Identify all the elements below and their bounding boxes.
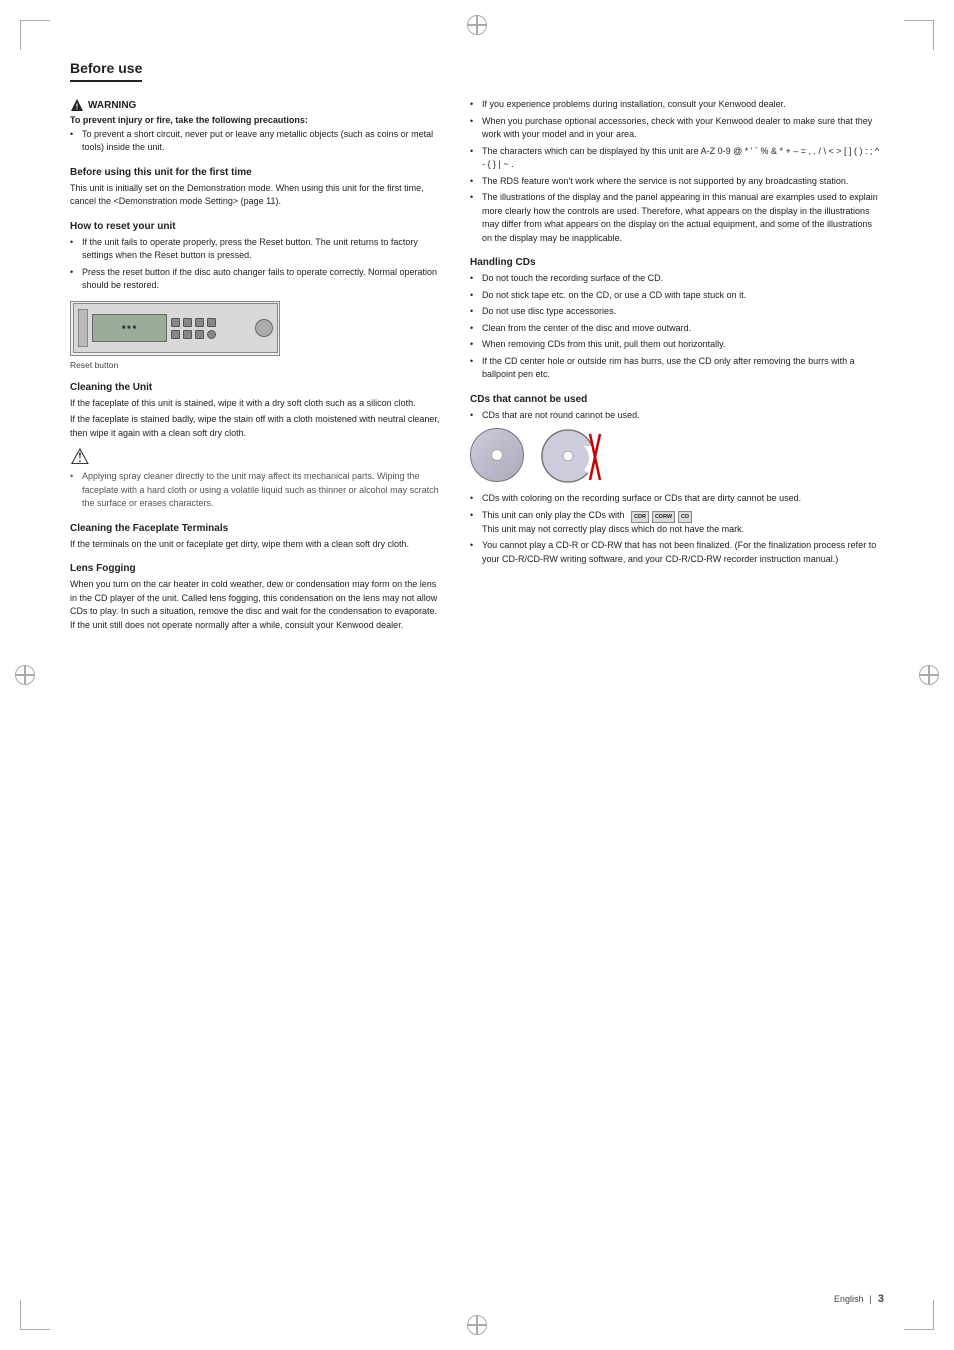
cert-logos: CDR CDRW CD xyxy=(631,511,692,523)
page-title: Before use xyxy=(70,60,142,82)
cd-irregular-image xyxy=(538,428,603,486)
first-time-section: Before using this unit for the first tim… xyxy=(70,167,440,209)
list-item: When you purchase optional accessories, … xyxy=(470,115,884,142)
crosshair-right xyxy=(919,665,939,685)
list-item: The RDS feature won't work where the ser… xyxy=(470,175,884,189)
footer-separator: | xyxy=(870,1294,872,1304)
lens-fogging-section: Lens Fogging When you turn on the car he… xyxy=(70,563,440,632)
crosshair-top xyxy=(467,15,487,35)
cds-not-used-bullets: CDs that are not round cannot be used. xyxy=(470,409,884,423)
page: Before use ! WARNING To prevent injury o… xyxy=(0,0,954,1350)
list-item: Press the reset button if the disc auto … xyxy=(70,266,440,293)
list-item: Do not use disc type accessories. xyxy=(470,305,884,319)
caution-box: ⚠ Applying spray cleaner directly to the… xyxy=(70,446,440,511)
cleaning-unit-title: Cleaning the Unit xyxy=(70,382,440,393)
cd-images xyxy=(470,428,884,486)
list-item: Applying spray cleaner directly to the u… xyxy=(70,470,440,511)
right-column: If you experience problems during instal… xyxy=(470,98,884,644)
cleaning-faceplate-section: Cleaning the Faceplate Terminals If the … xyxy=(70,523,440,552)
list-item: Do not touch the recording surface of th… xyxy=(470,272,884,286)
list-item: This unit can only play the CDs with CDR… xyxy=(470,509,884,537)
list-item: CDs that are not round cannot be used. xyxy=(470,409,884,423)
corner-mark-bl xyxy=(20,1300,50,1330)
device-image: ■ ■ ■ xyxy=(70,301,280,356)
cleaning-faceplate-body: If the terminals on the unit or faceplat… xyxy=(70,538,440,552)
corner-mark-tr xyxy=(904,20,934,50)
footer-language: English xyxy=(834,1294,864,1304)
caution-bullets: Applying spray cleaner directly to the u… xyxy=(70,470,440,511)
cleaning-unit-section: Cleaning the Unit If the faceplate of th… xyxy=(70,382,440,511)
warning-header: ! WARNING xyxy=(70,98,440,112)
warning-triangle-icon: ! xyxy=(70,98,84,112)
corner-mark-br xyxy=(904,1300,934,1330)
page-footer: English | 3 xyxy=(834,1293,884,1305)
reset-title: How to reset your unit xyxy=(70,221,440,232)
list-item: The characters which can be displayed by… xyxy=(470,145,884,172)
list-item: If the unit fails to operate properly, p… xyxy=(70,236,440,263)
cert-logo-2: CDRW xyxy=(652,511,675,523)
first-time-title: Before using this unit for the first tim… xyxy=(70,167,440,178)
cleaning-unit-body1: If the faceplate of this unit is stained… xyxy=(70,397,440,411)
bullet-text-prefix: This unit can only play the CDs with xyxy=(482,510,627,520)
device-caption: Reset button xyxy=(70,360,440,370)
cleaning-unit-body2: If the faceplate is stained badly, wipe … xyxy=(70,413,440,440)
list-item: CDs with coloring on the recording surfa… xyxy=(470,492,884,506)
handling-cds-section: Handling CDs Do not touch the recording … xyxy=(470,257,884,382)
lens-fogging-title: Lens Fogging xyxy=(70,563,440,574)
warning-label: WARNING xyxy=(88,100,136,111)
page-number: 3 xyxy=(878,1293,884,1305)
left-column: ! WARNING To prevent injury or fire, tak… xyxy=(70,98,440,644)
general-bullets: If you experience problems during instal… xyxy=(470,98,884,245)
crosshair-bottom xyxy=(467,1315,487,1335)
cds-not-used-extra-bullets: CDs with coloring on the recording surfa… xyxy=(470,492,884,566)
cds-not-used-section: CDs that cannot be used CDs that are not… xyxy=(470,394,884,567)
first-time-body: This unit is initially set on the Demons… xyxy=(70,182,440,209)
reset-bullets: If the unit fails to operate properly, p… xyxy=(70,236,440,293)
main-content: ! WARNING To prevent injury or fire, tak… xyxy=(70,98,884,644)
corner-mark-tl xyxy=(20,20,50,50)
list-item: When removing CDs from this unit, pull t… xyxy=(470,338,884,352)
warning-bullets: To prevent a short circuit, never put or… xyxy=(70,128,440,155)
handling-cds-title: Handling CDs xyxy=(470,257,884,268)
bullet-text-suffix: This unit may not correctly play discs w… xyxy=(482,524,744,534)
list-item: If the CD center hole or outside rim has… xyxy=(470,355,884,382)
list-item: The illustrations of the display and the… xyxy=(470,191,884,245)
warning-subtitle: To prevent injury or fire, take the foll… xyxy=(70,114,440,128)
svg-text:!: ! xyxy=(76,103,79,112)
list-item: You cannot play a CD-R or CD-RW that has… xyxy=(470,539,884,566)
warning-section: ! WARNING To prevent injury or fire, tak… xyxy=(70,98,440,155)
list-item: Clean from the center of the disc and mo… xyxy=(470,322,884,336)
cert-logo-3: CD xyxy=(678,511,692,523)
cd-round-image xyxy=(470,428,528,486)
list-item: To prevent a short circuit, never put or… xyxy=(70,128,440,155)
caution-icon: ⚠ xyxy=(70,446,90,468)
cleaning-faceplate-title: Cleaning the Faceplate Terminals xyxy=(70,523,440,534)
crosshair-left xyxy=(15,665,35,685)
list-item: If you experience problems during instal… xyxy=(470,98,884,112)
handling-cds-bullets: Do not touch the recording surface of th… xyxy=(470,272,884,382)
cert-logo-1: CDR xyxy=(631,511,649,523)
lens-fogging-body: When you turn on the car heater in cold … xyxy=(70,578,440,632)
cds-not-used-title: CDs that cannot be used xyxy=(470,394,884,405)
reset-section: How to reset your unit If the unit fails… xyxy=(70,221,440,370)
list-item: Do not stick tape etc. on the CD, or use… xyxy=(470,289,884,303)
